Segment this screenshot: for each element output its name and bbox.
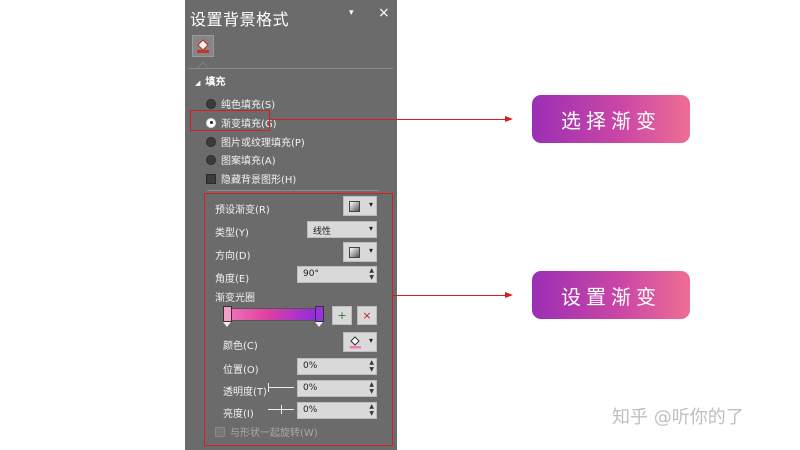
watermark: 知乎 @听你的了	[612, 407, 744, 428]
hide-graphics-option[interactable]: 隐藏背景图形(H)	[206, 171, 296, 186]
section-divider	[207, 190, 379, 191]
annotation-line-1	[270, 119, 506, 120]
pattern-fill-radio[interactable]	[206, 154, 216, 165]
pattern-fill-label: 图案填充(A)	[221, 156, 276, 167]
hide-graphics-label: 隐藏背景图形(H)	[221, 175, 297, 186]
pattern-fill-option[interactable]: 图案填充(A)	[206, 152, 276, 167]
pane-title: 设置背景格式	[190, 10, 290, 29]
arrow-head-icon	[505, 292, 513, 298]
close-icon[interactable]: ×	[378, 5, 390, 21]
picture-fill-label: 图片或纹理填充(P)	[221, 138, 305, 149]
paint-bucket-icon	[197, 39, 209, 53]
solid-fill-radio[interactable]	[206, 98, 216, 109]
solid-fill-option[interactable]: 纯色填充(S)	[206, 96, 275, 111]
fill-category-button[interactable]	[192, 35, 214, 57]
gradient-settings-highlight	[204, 193, 393, 446]
picture-fill-option[interactable]: 图片或纹理填充(P)	[206, 134, 305, 149]
arrow-head-icon	[505, 116, 513, 122]
callout-set-gradient: 设置渐变	[532, 271, 690, 319]
fill-section-label: 填充	[205, 77, 226, 88]
fill-section-header[interactable]: ◢ 填充	[195, 73, 225, 88]
collapse-triangle-icon: ◢	[195, 79, 201, 87]
callout-select-gradient: 选择渐变	[532, 95, 690, 143]
solid-fill-label: 纯色填充(S)	[221, 100, 276, 111]
picture-fill-radio[interactable]	[206, 136, 216, 147]
gradient-fill-highlight	[190, 110, 270, 131]
pane-options-icon[interactable]: ▾	[349, 8, 354, 18]
hide-graphics-checkbox[interactable]	[206, 173, 216, 184]
tab-divider	[188, 68, 393, 69]
annotation-line-2	[393, 295, 506, 296]
